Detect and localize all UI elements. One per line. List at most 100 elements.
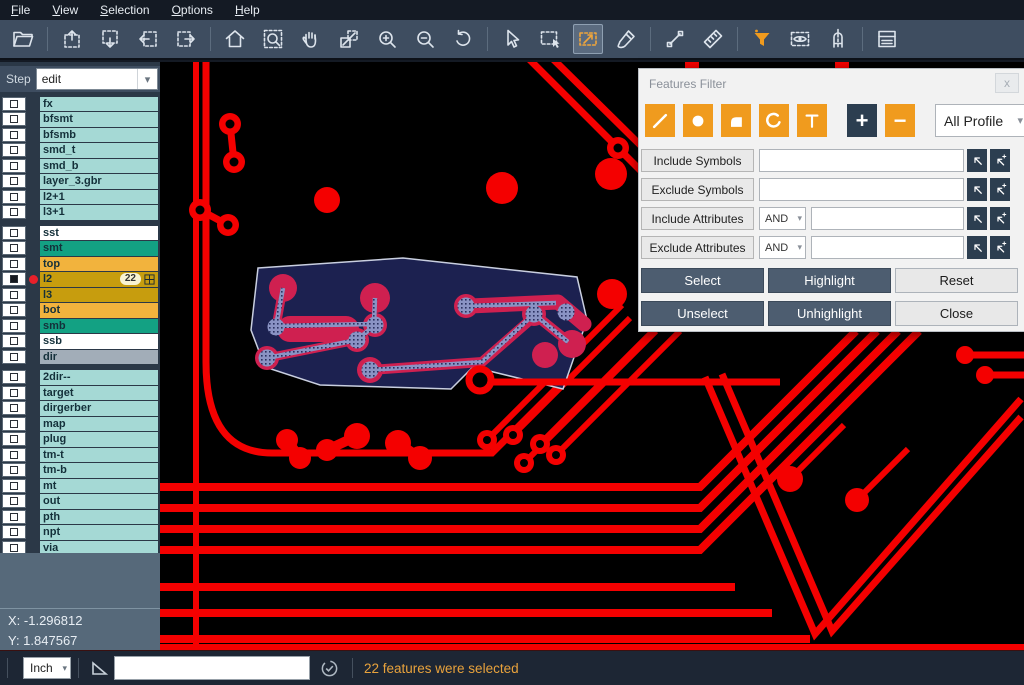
layer-name[interactable]: npt: [40, 525, 158, 540]
pad-feature-button[interactable]: [683, 104, 713, 137]
layer-row-dirgerber[interactable]: dirgerber: [0, 401, 160, 417]
layer-row-l2[interactable]: l222: [0, 272, 160, 288]
zoom-in-button[interactable]: [372, 24, 402, 54]
layer-name[interactable]: out: [40, 494, 158, 509]
add-filter-button[interactable]: +: [847, 104, 877, 137]
layer-name[interactable]: 2dir--: [40, 370, 158, 385]
layer-row-l2+1[interactable]: l2+1: [0, 189, 160, 205]
layer-name[interactable]: smb: [40, 319, 158, 334]
select-rectangle-button[interactable]: [535, 24, 565, 54]
layer-visibility-checkbox[interactable]: [2, 257, 26, 271]
clear-highlight-brush-button[interactable]: [611, 24, 641, 54]
layer-name[interactable]: dir: [40, 350, 158, 365]
layer-name[interactable]: tm-b: [40, 463, 158, 478]
layer-row-tm-b[interactable]: tm-b: [0, 463, 160, 479]
layer-name[interactable]: map: [40, 417, 158, 432]
measure-points-button[interactable]: [660, 24, 690, 54]
zoom-area-button[interactable]: [258, 24, 288, 54]
layer-row-bfsmb[interactable]: bfsmb: [0, 127, 160, 143]
exclude-symbols-input[interactable]: [759, 178, 964, 201]
layer-visibility-checkbox[interactable]: [2, 190, 26, 204]
menu-selection[interactable]: Selection: [89, 0, 160, 20]
unselect-button[interactable]: Unselect: [641, 301, 764, 326]
menu-file[interactable]: File: [0, 0, 41, 20]
layer-name[interactable]: plug: [40, 432, 158, 447]
layer-row-target[interactable]: target: [0, 385, 160, 401]
exclude-attributes-input[interactable]: [811, 236, 964, 259]
layer-row-bfsmt[interactable]: bfsmt: [0, 112, 160, 128]
layer-row-plug[interactable]: plug: [0, 432, 160, 448]
include-attributes-button[interactable]: Include Attributes: [641, 207, 754, 230]
layer-visibility-checkbox[interactable]: [2, 205, 26, 219]
unhighlight-button[interactable]: Unhighlight: [768, 301, 891, 326]
layer-name[interactable]: ssb: [40, 334, 158, 349]
home-button[interactable]: [220, 24, 250, 54]
dialog-close-button[interactable]: x: [995, 73, 1019, 93]
layer-name[interactable]: tm-t: [40, 448, 158, 463]
view-options-eye-button[interactable]: [785, 24, 815, 54]
layer-row-smt[interactable]: smt: [0, 241, 160, 257]
select-cursor-button[interactable]: [497, 24, 527, 54]
layer-row-tm-t[interactable]: tm-t: [0, 447, 160, 463]
layer-row-ssb[interactable]: ssb: [0, 334, 160, 350]
exclude-attributes-button[interactable]: Exclude Attributes: [641, 236, 754, 259]
open-folder-button[interactable]: [8, 24, 38, 54]
layer-name[interactable]: pth: [40, 510, 158, 525]
include-symbols-input[interactable]: [759, 149, 964, 172]
layer-row-2dir--[interactable]: 2dir--: [0, 370, 160, 386]
layer-row-pth[interactable]: pth: [0, 509, 160, 525]
menu-options[interactable]: Options: [161, 0, 224, 20]
close-button[interactable]: Close: [895, 301, 1018, 326]
layer-visibility-checkbox[interactable]: [2, 272, 26, 286]
layer-visibility-checkbox[interactable]: [2, 494, 26, 508]
layer-visibility-checkbox[interactable]: [2, 143, 26, 157]
exclude-symbols-button[interactable]: Exclude Symbols: [641, 178, 754, 201]
surface-feature-button[interactable]: [721, 104, 751, 137]
layer-visibility-checkbox[interactable]: [2, 432, 26, 446]
layer-row-smd_b[interactable]: smd_b: [0, 158, 160, 174]
pan-down-button[interactable]: [95, 24, 125, 54]
include-symbols-pick-add-button[interactable]: [990, 149, 1010, 172]
remove-filter-button[interactable]: −: [885, 104, 915, 137]
exclude-attributes-pick-add-button[interactable]: [990, 236, 1010, 259]
layer-visibility-checkbox[interactable]: [2, 386, 26, 400]
line-feature-button[interactable]: [645, 104, 675, 137]
pan-hand-button[interactable]: [296, 24, 326, 54]
exclude-symbols-pick-button[interactable]: [967, 178, 987, 201]
layer-row-smb[interactable]: smb: [0, 318, 160, 334]
layer-visibility-checkbox[interactable]: [2, 97, 26, 111]
layer-name[interactable]: fx: [40, 97, 158, 112]
units-dropdown[interactable]: Inch ▾: [23, 657, 71, 679]
include-symbols-button[interactable]: Include Symbols: [641, 149, 754, 172]
zoom-out-button[interactable]: [410, 24, 440, 54]
exclude-symbols-pick-add-button[interactable]: [990, 178, 1010, 201]
layer-name[interactable]: layer_3.gbr: [40, 174, 158, 189]
layer-name[interactable]: l3: [40, 288, 158, 303]
snap-magnet-button[interactable]: [823, 24, 853, 54]
layer-name[interactable]: bot: [40, 303, 158, 318]
pan-up-button[interactable]: [57, 24, 87, 54]
step-dropdown[interactable]: edit ▾: [36, 68, 158, 90]
layer-name[interactable]: bfsmb: [40, 128, 158, 143]
layer-visibility-checkbox[interactable]: [2, 350, 26, 364]
layer-row-bot[interactable]: bot: [0, 303, 160, 319]
command-input[interactable]: [114, 656, 310, 680]
layer-visibility-checkbox[interactable]: [2, 525, 26, 539]
layers-panel-button[interactable]: [872, 24, 902, 54]
layer-name[interactable]: l2+1: [40, 190, 158, 205]
menu-help[interactable]: Help: [224, 0, 271, 20]
layer-name[interactable]: l3+1: [40, 205, 158, 220]
layer-visibility-checkbox[interactable]: [2, 288, 26, 302]
layer-row-out[interactable]: out: [0, 494, 160, 510]
arc-feature-button[interactable]: [759, 104, 789, 137]
layer-visibility-checkbox[interactable]: [2, 334, 26, 348]
layer-visibility-checkbox[interactable]: [2, 370, 26, 384]
menu-view[interactable]: View: [41, 0, 89, 20]
layer-visibility-checkbox[interactable]: [2, 319, 26, 333]
layer-visibility-checkbox[interactable]: [2, 417, 26, 431]
include-attributes-pick-add-button[interactable]: [990, 207, 1010, 230]
layer-visibility-checkbox[interactable]: [2, 303, 26, 317]
exclude-attributes-operator-dropdown[interactable]: AND▾: [759, 236, 806, 259]
zoom-previous-button[interactable]: [448, 24, 478, 54]
layer-visibility-checkbox[interactable]: [2, 479, 26, 493]
